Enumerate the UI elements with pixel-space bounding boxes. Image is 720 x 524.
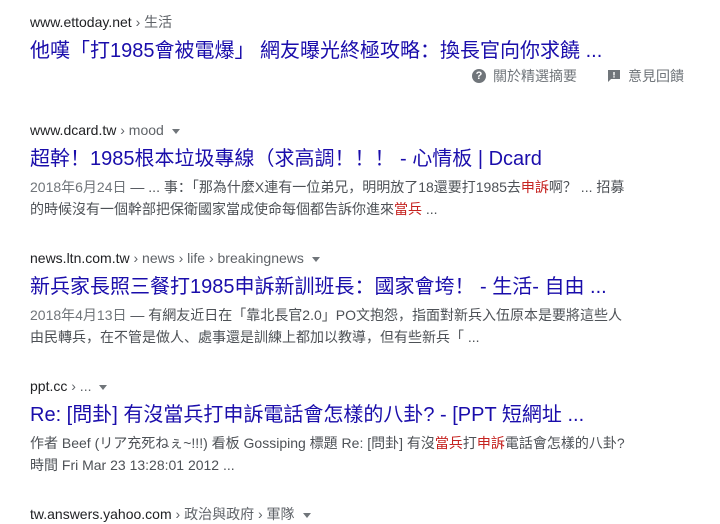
- result-snippet: 2018年4月13日 — 有網友近日在「靠北長官2.0」PO文抱怨，指面對新兵入…: [30, 304, 630, 348]
- cite-path: › ...: [67, 378, 92, 394]
- result-title-link[interactable]: 超幹！1985根本垃圾專線（求高調！！！ - 心情板 | Dcard: [30, 146, 690, 172]
- feedback-icon: [608, 70, 620, 82]
- snippet-text: 打: [462, 435, 477, 451]
- snippet-highlight: 申訴: [476, 435, 505, 451]
- result-cite[interactable]: www.ettoday.net › 生活: [30, 12, 690, 32]
- snippet-date: 2018年6月24日: [30, 179, 127, 195]
- cite-domain: www.ettoday.net: [30, 14, 132, 30]
- cite-domain: www.dcard.tw: [30, 122, 117, 138]
- search-result-ettoday: www.ettoday.net › 生活 他嘆「打1985會被電爆」 網友曝光終…: [30, 12, 690, 64]
- result-snippet: 作者 Beef (リア充死ねぇ~!!!) 看板 Gossiping 標題 Re:…: [30, 432, 630, 476]
- search-result-dcard: www.dcard.tw › mood 超幹！1985根本垃圾專線（求高調！！！…: [30, 120, 690, 220]
- search-result-ltn: news.ltn.com.tw › news › life › breaking…: [30, 248, 690, 348]
- snippet-text: ...: [422, 201, 438, 217]
- cite-path: › mood: [116, 122, 164, 138]
- result-cite[interactable]: tw.answers.yahoo.com › 政治與政府 › 軍隊: [30, 504, 690, 524]
- result-cite[interactable]: ppt.cc › ...: [30, 376, 690, 396]
- snippet-highlight: 當兵: [434, 435, 463, 451]
- featured-snippet-actions: ? 關於精選摘要 意見回饋: [472, 66, 684, 86]
- result-cite[interactable]: news.ltn.com.tw › news › life › breaking…: [30, 248, 690, 268]
- cite-path: › 生活: [131, 14, 173, 30]
- result-cite[interactable]: www.dcard.tw › mood: [30, 120, 690, 140]
- about-featured-snippets-label: 關於精選摘要: [493, 68, 577, 84]
- search-result-pptcc: ppt.cc › ... Re: [問卦] 有沒當兵打申訴電話會怎樣的八卦? -…: [30, 376, 690, 476]
- chevron-down-icon[interactable]: [99, 384, 108, 390]
- snippet-date: 2018年4月13日: [30, 307, 127, 323]
- cite-path: › 政治與政府 › 軍隊: [171, 506, 295, 522]
- snippet-text: — ... 事：「那為什麼X連有一位弟兄，明明放了18還要打1985去: [126, 179, 521, 195]
- search-result-yahoo-answers: tw.answers.yahoo.com › 政治與政府 › 軍隊: [30, 504, 690, 524]
- cite-domain: ppt.cc: [30, 378, 68, 394]
- cite-domain: news.ltn.com.tw: [30, 250, 130, 266]
- chevron-down-icon[interactable]: [171, 128, 180, 134]
- result-title-link[interactable]: 他嘆「打1985會被電爆」 網友曝光終極攻略：換長官向你求饒 ...: [30, 38, 690, 64]
- snippet-highlight: 當兵: [394, 201, 422, 217]
- feedback-label: 意見回饋: [628, 68, 684, 84]
- snippet-text: 作者 Beef (リア充死ねぇ~!!!) 看板 Gossiping 標題 Re:…: [30, 435, 435, 451]
- result-snippet: 2018年6月24日 — ... 事：「那為什麼X連有一位弟兄，明明放了18還要…: [30, 176, 630, 220]
- cite-path: › news › life › breakingnews: [129, 250, 304, 266]
- about-featured-snippets-button[interactable]: ? 關於精選摘要: [472, 66, 577, 86]
- feedback-button[interactable]: 意見回饋: [607, 66, 684, 86]
- cite-domain: tw.answers.yahoo.com: [30, 506, 172, 522]
- snippet-highlight: 申訴: [520, 179, 549, 195]
- result-title-link[interactable]: 新兵家長照三餐打1985申訴新訓班長：國家會垮！ - 生活- 自由 ...: [30, 274, 690, 300]
- chevron-down-icon[interactable]: [302, 512, 311, 518]
- result-title-link[interactable]: Re: [問卦] 有沒當兵打申訴電話會怎樣的八卦? - [PPT 短網址 ...: [30, 402, 690, 428]
- help-icon: ?: [472, 69, 486, 83]
- chevron-down-icon[interactable]: [311, 256, 320, 262]
